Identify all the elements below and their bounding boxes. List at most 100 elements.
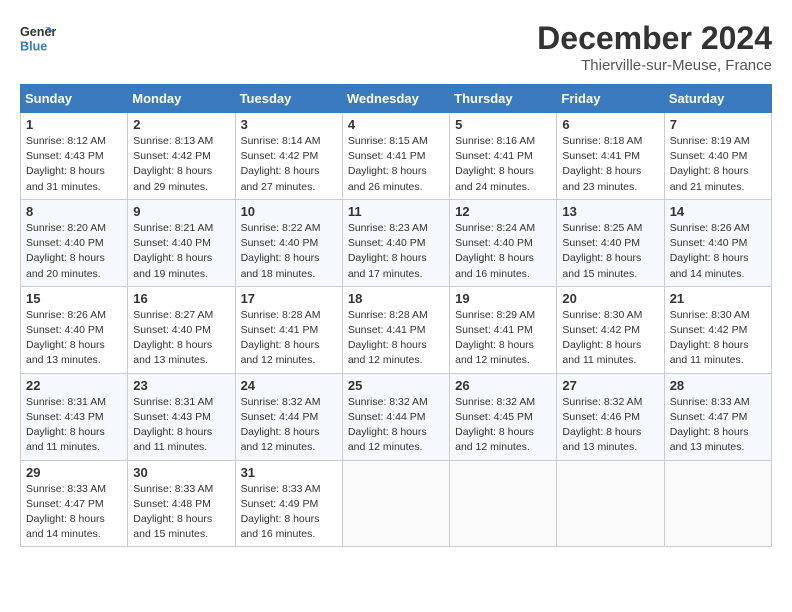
day-cell-8: 8Sunrise: 8:20 AM Sunset: 4:40 PM Daylig… [21, 199, 128, 286]
day-info: Sunrise: 8:32 AM Sunset: 4:45 PM Dayligh… [455, 395, 551, 456]
day-info: Sunrise: 8:22 AM Sunset: 4:40 PM Dayligh… [241, 221, 337, 282]
empty-cell [557, 460, 664, 547]
day-info: Sunrise: 8:32 AM Sunset: 4:44 PM Dayligh… [348, 395, 444, 456]
day-number: 17 [241, 291, 337, 306]
day-cell-13: 13Sunrise: 8:25 AM Sunset: 4:40 PM Dayli… [557, 199, 664, 286]
day-cell-4: 4 Sunrise: 8:15 AM Sunset: 4:41 PM Daylig… [342, 113, 449, 200]
page-header: General Blue December 2024 Thierville-su… [20, 20, 772, 74]
day-number: 22 [26, 378, 122, 393]
day-cell-2: 2Sunrise: 8:13 AM Sunset: 4:42 PM Daylig… [128, 113, 235, 200]
day-cell-26: 26Sunrise: 8:32 AM Sunset: 4:45 PM Dayli… [450, 373, 557, 460]
day-info: Sunrise: 8:14 AM Sunset: 4:42 PM Dayligh… [241, 134, 337, 195]
logo-icon: General Blue [20, 20, 56, 56]
day-info: Sunrise: 8:25 AM Sunset: 4:40 PM Dayligh… [562, 221, 658, 282]
weekday-header-saturday: Saturday [664, 85, 771, 113]
svg-text:General: General [20, 25, 56, 39]
calendar-table: SundayMondayTuesdayWednesdayThursdayFrid… [20, 84, 772, 547]
day-info: Sunrise: 8:15 AM Sunset: 4:41 PM Dayligh… [348, 134, 444, 195]
day-number: 4 [348, 117, 444, 132]
day-info: Sunrise: 8:26 AM Sunset: 4:40 PM Dayligh… [26, 308, 122, 369]
day-cell-9: 9 Sunrise: 8:21 AM Sunset: 4:40 PM Daylig… [128, 199, 235, 286]
day-cell-25: 25 Sunrise: 8:32 AM Sunset: 4:44 PM Dayli… [342, 373, 449, 460]
day-cell-20: 20 Sunrise: 8:30 AM Sunset: 4:42 PM Dayli… [557, 286, 664, 373]
day-cell-5: 5Sunrise: 8:16 AM Sunset: 4:41 PM Daylig… [450, 113, 557, 200]
day-cell-7: 7 Sunrise: 8:19 AM Sunset: 4:40 PM Daylig… [664, 113, 771, 200]
day-number: 21 [670, 291, 766, 306]
day-cell-12: 12 Sunrise: 8:24 AM Sunset: 4:40 PM Dayli… [450, 199, 557, 286]
day-cell-16: 16 Sunrise: 8:27 AM Sunset: 4:40 PM Dayli… [128, 286, 235, 373]
day-number: 6 [562, 117, 658, 132]
day-info: Sunrise: 8:31 AM Sunset: 4:43 PM Dayligh… [26, 395, 122, 456]
day-info: Sunrise: 8:32 AM Sunset: 4:46 PM Dayligh… [562, 395, 658, 456]
day-number: 11 [348, 204, 444, 219]
day-info: Sunrise: 8:23 AM Sunset: 4:40 PM Dayligh… [348, 221, 444, 282]
day-number: 30 [133, 465, 229, 480]
empty-cell [664, 460, 771, 547]
weekday-header-tuesday: Tuesday [235, 85, 342, 113]
day-info: Sunrise: 8:21 AM Sunset: 4:40 PM Dayligh… [133, 221, 229, 282]
day-number: 12 [455, 204, 551, 219]
day-number: 19 [455, 291, 551, 306]
week-row-2: 8Sunrise: 8:20 AM Sunset: 4:40 PM Daylig… [21, 199, 772, 286]
day-number: 5 [455, 117, 551, 132]
day-number: 9 [133, 204, 229, 219]
day-info: Sunrise: 8:13 AM Sunset: 4:42 PM Dayligh… [133, 134, 229, 195]
day-info: Sunrise: 8:28 AM Sunset: 4:41 PM Dayligh… [241, 308, 337, 369]
day-info: Sunrise: 8:26 AM Sunset: 4:40 PM Dayligh… [670, 221, 766, 282]
day-cell-10: 10 Sunrise: 8:22 AM Sunset: 4:40 PM Dayli… [235, 199, 342, 286]
day-number: 10 [241, 204, 337, 219]
svg-text:Blue: Blue [20, 40, 47, 54]
week-row-1: 1 Sunrise: 8:12 AM Sunset: 4:43 PM Daylig… [21, 113, 772, 200]
day-number: 7 [670, 117, 766, 132]
day-number: 1 [26, 117, 122, 132]
day-info: Sunrise: 8:32 AM Sunset: 4:44 PM Dayligh… [241, 395, 337, 456]
day-info: Sunrise: 8:33 AM Sunset: 4:49 PM Dayligh… [241, 482, 337, 543]
day-cell-19: 19 Sunrise: 8:29 AM Sunset: 4:41 PM Dayli… [450, 286, 557, 373]
day-number: 28 [670, 378, 766, 393]
day-number: 18 [348, 291, 444, 306]
day-number: 20 [562, 291, 658, 306]
week-row-4: 22 Sunrise: 8:31 AM Sunset: 4:43 PM Dayli… [21, 373, 772, 460]
day-number: 16 [133, 291, 229, 306]
day-number: 27 [562, 378, 658, 393]
day-cell-18: 18 Sunrise: 8:28 AM Sunset: 4:41 PM Dayli… [342, 286, 449, 373]
day-cell-17: 17 Sunrise: 8:28 AM Sunset: 4:41 PM Dayli… [235, 286, 342, 373]
day-info: Sunrise: 8:30 AM Sunset: 4:42 PM Dayligh… [562, 308, 658, 369]
weekday-header-wednesday: Wednesday [342, 85, 449, 113]
weekday-header-monday: Monday [128, 85, 235, 113]
day-cell-22: 22 Sunrise: 8:31 AM Sunset: 4:43 PM Dayli… [21, 373, 128, 460]
day-info: Sunrise: 8:28 AM Sunset: 4:41 PM Dayligh… [348, 308, 444, 369]
day-info: Sunrise: 8:30 AM Sunset: 4:42 PM Dayligh… [670, 308, 766, 369]
day-number: 8 [26, 204, 122, 219]
day-number: 31 [241, 465, 337, 480]
logo: General Blue [20, 20, 56, 56]
day-info: Sunrise: 8:24 AM Sunset: 4:40 PM Dayligh… [455, 221, 551, 282]
day-number: 3 [241, 117, 337, 132]
day-info: Sunrise: 8:12 AM Sunset: 4:43 PM Dayligh… [26, 134, 122, 195]
location-subtitle: Thierville-sur-Meuse, France [537, 57, 772, 74]
weekday-header-sunday: Sunday [21, 85, 128, 113]
day-number: 24 [241, 378, 337, 393]
weekday-header-row: SundayMondayTuesdayWednesdayThursdayFrid… [21, 85, 772, 113]
day-number: 23 [133, 378, 229, 393]
day-cell-31: 31 Sunrise: 8:33 AM Sunset: 4:49 PM Dayli… [235, 460, 342, 547]
day-number: 25 [348, 378, 444, 393]
empty-cell [450, 460, 557, 547]
title-block: December 2024 Thierville-sur-Meuse, Fran… [537, 20, 772, 74]
empty-cell [342, 460, 449, 547]
day-number: 29 [26, 465, 122, 480]
day-info: Sunrise: 8:27 AM Sunset: 4:40 PM Dayligh… [133, 308, 229, 369]
day-cell-14: 14 Sunrise: 8:26 AM Sunset: 4:40 PM Dayli… [664, 199, 771, 286]
day-number: 14 [670, 204, 766, 219]
day-info: Sunrise: 8:29 AM Sunset: 4:41 PM Dayligh… [455, 308, 551, 369]
weekday-header-thursday: Thursday [450, 85, 557, 113]
day-info: Sunrise: 8:18 AM Sunset: 4:41 PM Dayligh… [562, 134, 658, 195]
day-info: Sunrise: 8:33 AM Sunset: 4:48 PM Dayligh… [133, 482, 229, 543]
day-cell-1: 1 Sunrise: 8:12 AM Sunset: 4:43 PM Daylig… [21, 113, 128, 200]
day-cell-24: 24 Sunrise: 8:32 AM Sunset: 4:44 PM Dayli… [235, 373, 342, 460]
day-info: Sunrise: 8:19 AM Sunset: 4:40 PM Dayligh… [670, 134, 766, 195]
day-cell-29: 29Sunrise: 8:33 AM Sunset: 4:47 PM Dayli… [21, 460, 128, 547]
week-row-5: 29Sunrise: 8:33 AM Sunset: 4:47 PM Dayli… [21, 460, 772, 547]
month-title: December 2024 [537, 20, 772, 57]
day-cell-27: 27 Sunrise: 8:32 AM Sunset: 4:46 PM Dayli… [557, 373, 664, 460]
